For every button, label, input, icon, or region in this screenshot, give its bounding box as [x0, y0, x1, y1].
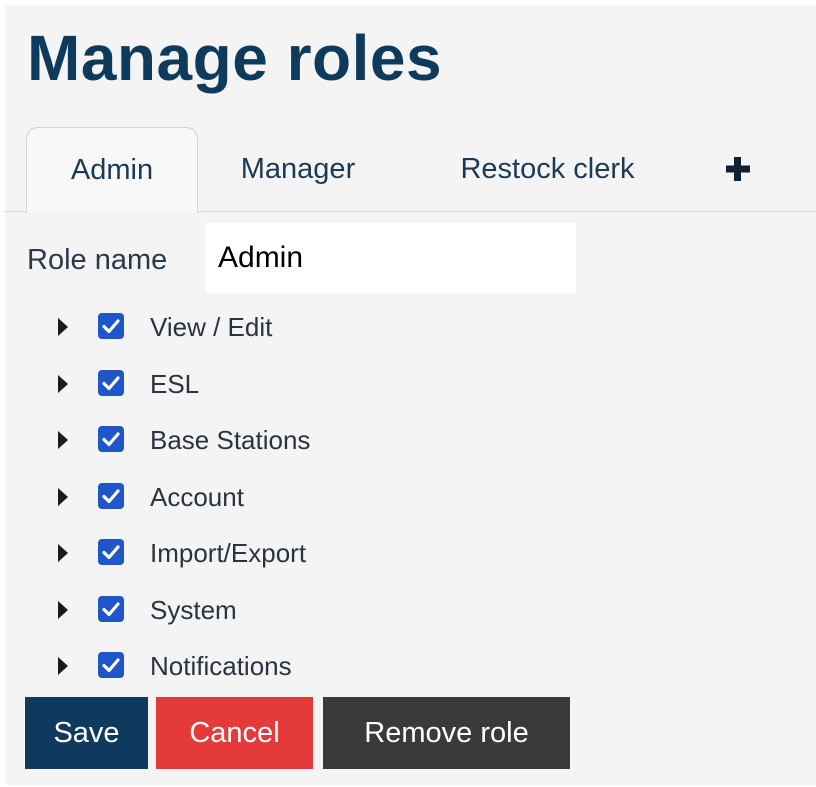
permission-item-import-export: Import/Export	[5, 525, 605, 582]
tab-admin[interactable]: Admin	[26, 127, 198, 213]
checkmark-icon	[102, 658, 120, 673]
remove-role-button[interactable]: Remove role	[323, 697, 570, 769]
cancel-button[interactable]: Cancel	[156, 697, 313, 769]
permission-checkbox-base-stations[interactable]	[98, 426, 124, 452]
role-name-input[interactable]	[206, 223, 576, 293]
manage-roles-panel: Manage roles Admin Manager Restock clerk…	[5, 5, 816, 785]
permission-checkbox-notifications[interactable]	[98, 652, 124, 678]
caret-right-icon[interactable]	[56, 598, 70, 622]
permission-label: Base Stations	[150, 425, 311, 455]
page-title: Manage roles	[27, 22, 443, 94]
permission-checkbox-system[interactable]	[98, 595, 124, 622]
tab-manager[interactable]: Manager	[218, 127, 378, 211]
checkmark-icon	[102, 488, 120, 503]
permission-item-base-stations: Base Stations	[5, 412, 605, 469]
permission-label: Account	[150, 481, 244, 512]
caret-right-icon[interactable]	[56, 485, 70, 509]
add-role-tab-button[interactable]	[718, 149, 758, 189]
permission-checkbox-import-export[interactable]	[98, 539, 124, 565]
permission-label: System	[150, 594, 237, 625]
plus-icon	[726, 157, 750, 181]
tab-restock-clerk[interactable]: Restock clerk	[425, 127, 670, 211]
permission-checkbox-account[interactable]	[98, 482, 124, 509]
save-button[interactable]: Save	[25, 697, 148, 769]
caret-right-icon[interactable]	[56, 315, 70, 339]
permission-item-esl: ESL	[5, 356, 605, 413]
permission-label: View / Edit	[150, 312, 273, 342]
checkmark-icon	[102, 545, 120, 560]
permission-item-view-edit: View / Edit	[5, 299, 605, 356]
permission-item-account: Account	[5, 469, 605, 526]
checkmark-icon	[102, 319, 120, 334]
caret-right-icon[interactable]	[56, 372, 70, 396]
permission-label: ESL	[150, 368, 200, 399]
permission-checkbox-view-edit[interactable]	[98, 313, 124, 339]
permission-tree: View / Edit ESL Base Stations Account Im…	[5, 299, 605, 695]
role-name-label: Role name	[27, 244, 168, 276]
checkmark-icon	[102, 432, 120, 447]
permission-item-system: System	[5, 582, 605, 639]
checkmark-icon	[102, 375, 120, 390]
caret-right-icon[interactable]	[56, 654, 70, 678]
caret-right-icon[interactable]	[56, 541, 70, 565]
role-tabs: Admin Manager Restock clerk	[5, 127, 816, 213]
permission-checkbox-esl[interactable]	[98, 369, 124, 396]
permission-label: Notifications	[150, 651, 292, 681]
permission-label: Import/Export	[150, 538, 307, 568]
permission-item-notifications: Notifications	[5, 638, 605, 695]
caret-right-icon[interactable]	[56, 428, 70, 452]
checkmark-icon	[102, 601, 120, 616]
